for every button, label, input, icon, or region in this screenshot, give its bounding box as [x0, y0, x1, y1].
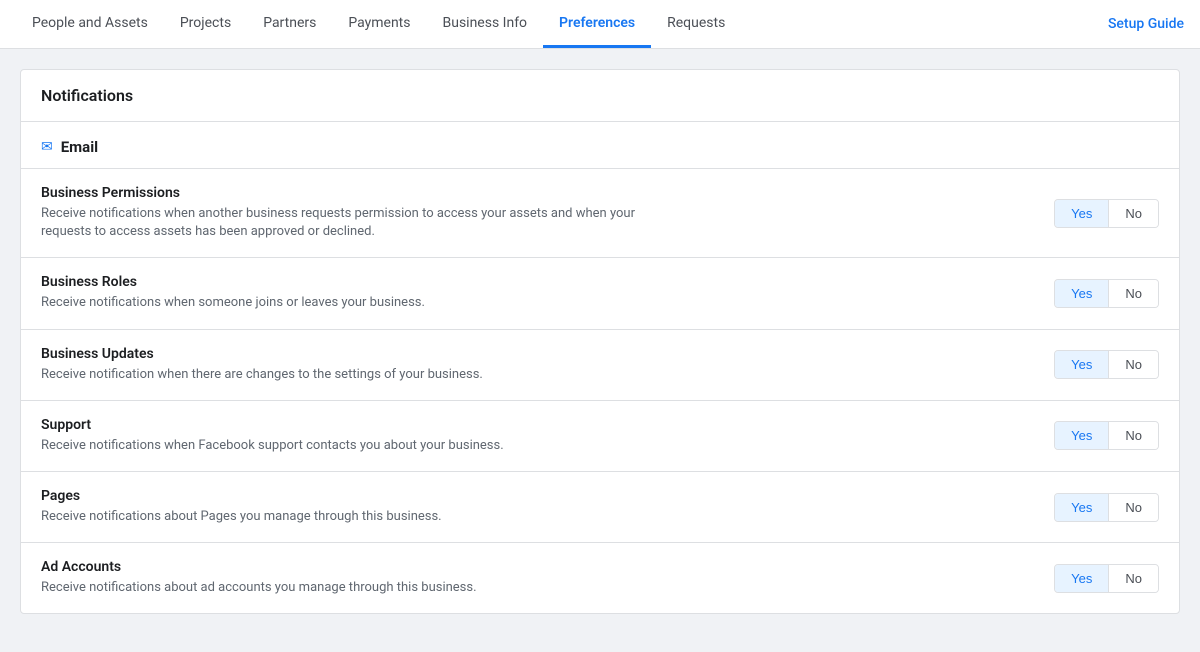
toggle-group-ad-accounts: Yes No	[1054, 564, 1159, 593]
notification-desc-business-roles: Receive notifications when someone joins…	[41, 294, 661, 312]
toggle-group-pages: Yes No	[1054, 493, 1159, 522]
card-header: Notifications	[21, 70, 1179, 122]
notification-title-pages: Pages	[41, 488, 1034, 504]
notification-title-support: Support	[41, 417, 1034, 433]
yes-button-business-updates[interactable]: Yes	[1055, 351, 1109, 378]
yes-button-business-roles[interactable]: Yes	[1055, 280, 1109, 307]
no-button-support[interactable]: No	[1109, 422, 1158, 449]
notification-title-business-roles: Business Roles	[41, 274, 1034, 290]
no-button-ad-accounts[interactable]: No	[1109, 565, 1158, 592]
tab-people-and-assets[interactable]: People and Assets	[16, 0, 164, 48]
notification-row-support: Support Receive notifications when Faceb…	[21, 400, 1179, 471]
notification-row-pages: Pages Receive notifications about Pages …	[21, 471, 1179, 542]
notifications-card: Notifications ✉ Email Business Permissio…	[20, 69, 1180, 614]
tab-projects[interactable]: Projects	[164, 0, 247, 48]
setup-guide-link[interactable]: Setup Guide	[1108, 0, 1184, 48]
notification-row-business-permissions: Business Permissions Receive notificatio…	[21, 168, 1179, 257]
toggle-group-business-roles: Yes No	[1054, 279, 1159, 308]
yes-button-business-permissions[interactable]: Yes	[1055, 200, 1109, 227]
notification-desc-support: Receive notifications when Facebook supp…	[41, 437, 661, 455]
main-content: Notifications ✉ Email Business Permissio…	[0, 49, 1200, 650]
notification-info-ad-accounts: Ad Accounts Receive notifications about …	[41, 559, 1034, 597]
tab-payments[interactable]: Payments	[332, 0, 426, 48]
notification-desc-business-permissions: Receive notifications when another busin…	[41, 205, 661, 241]
notification-desc-pages: Receive notifications about Pages you ma…	[41, 508, 661, 526]
no-button-business-roles[interactable]: No	[1109, 280, 1158, 307]
no-button-business-permissions[interactable]: No	[1109, 200, 1158, 227]
notification-info-business-updates: Business Updates Receive notification wh…	[41, 346, 1034, 384]
notification-title-business-updates: Business Updates	[41, 346, 1034, 362]
no-button-business-updates[interactable]: No	[1109, 351, 1158, 378]
notification-info-pages: Pages Receive notifications about Pages …	[41, 488, 1034, 526]
notification-info-business-roles: Business Roles Receive notifications whe…	[41, 274, 1034, 312]
notification-title-ad-accounts: Ad Accounts	[41, 559, 1034, 575]
toggle-group-business-permissions: Yes No	[1054, 199, 1159, 228]
email-section-header: ✉ Email	[21, 122, 1179, 168]
yes-button-support[interactable]: Yes	[1055, 422, 1109, 449]
notification-title-business-permissions: Business Permissions	[41, 185, 1034, 201]
no-button-pages[interactable]: No	[1109, 494, 1158, 521]
notification-row-business-updates: Business Updates Receive notification wh…	[21, 329, 1179, 400]
yes-button-pages[interactable]: Yes	[1055, 494, 1109, 521]
tab-partners[interactable]: Partners	[247, 0, 332, 48]
top-nav: People and Assets Projects Partners Paym…	[0, 0, 1200, 49]
card-body: ✉ Email Business Permissions Receive not…	[21, 122, 1179, 613]
toggle-group-support: Yes No	[1054, 421, 1159, 450]
notification-info-business-permissions: Business Permissions Receive notificatio…	[41, 185, 1034, 241]
notification-desc-ad-accounts: Receive notifications about ad accounts …	[41, 579, 661, 597]
tab-requests[interactable]: Requests	[651, 0, 741, 48]
tab-preferences[interactable]: Preferences	[543, 0, 651, 48]
email-icon: ✉	[41, 139, 53, 155]
notification-row-business-roles: Business Roles Receive notifications whe…	[21, 257, 1179, 328]
toggle-group-business-updates: Yes No	[1054, 350, 1159, 379]
notification-info-support: Support Receive notifications when Faceb…	[41, 417, 1034, 455]
notification-desc-business-updates: Receive notification when there are chan…	[41, 366, 661, 384]
tab-business-info[interactable]: Business Info	[427, 0, 544, 48]
yes-button-ad-accounts[interactable]: Yes	[1055, 565, 1109, 592]
notification-row-ad-accounts: Ad Accounts Receive notifications about …	[21, 542, 1179, 613]
email-label: Email	[61, 138, 98, 156]
card-title: Notifications	[41, 86, 133, 105]
